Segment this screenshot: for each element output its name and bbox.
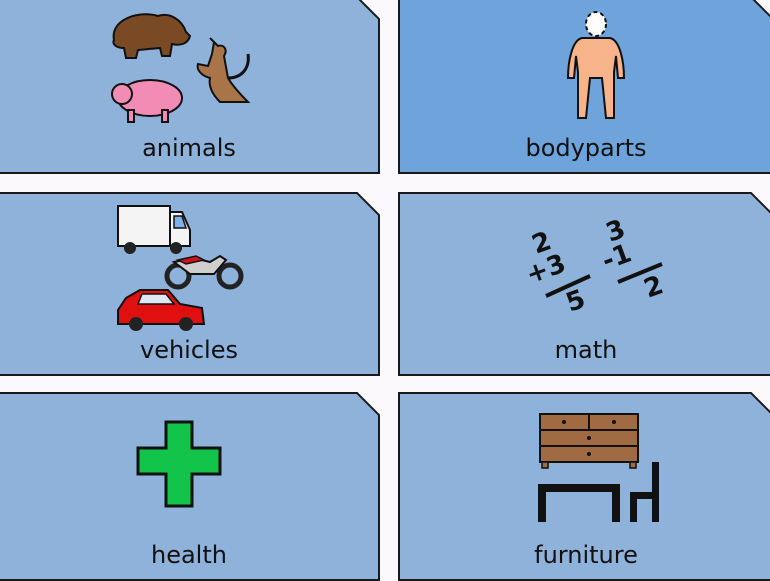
category-tile-health[interactable]: health bbox=[0, 392, 380, 581]
tile-label: animals bbox=[142, 134, 236, 162]
tile-label: health bbox=[151, 541, 227, 569]
vehicles-icon bbox=[117, 205, 244, 331]
category-tile-vehicles[interactable]: vehicles bbox=[0, 192, 380, 376]
body-icon bbox=[566, 11, 626, 119]
tile-label: bodyparts bbox=[525, 134, 647, 162]
health-cross-icon bbox=[136, 420, 222, 508]
category-tile-animals[interactable]: animals bbox=[0, 0, 380, 174]
tile-label: math bbox=[554, 336, 618, 364]
svg-text:5: 5 bbox=[562, 284, 589, 318]
tile-label: furniture bbox=[534, 541, 638, 569]
svg-text:-1: -1 bbox=[598, 239, 635, 277]
svg-text:+3: +3 bbox=[522, 249, 570, 291]
furniture-icon bbox=[538, 413, 659, 522]
svg-text:2: 2 bbox=[640, 270, 667, 304]
category-tile-bodyparts[interactable]: bodyparts bbox=[398, 0, 770, 174]
tile-label: vehicles bbox=[140, 336, 238, 364]
category-tile-furniture[interactable]: furniture bbox=[398, 392, 770, 581]
category-tile-math[interactable]: 2 +3 5 3 -1 2 math bbox=[398, 192, 770, 376]
math-icon: 2 +3 5 3 -1 2 bbox=[522, 214, 667, 318]
animals-icon bbox=[111, 13, 251, 123]
